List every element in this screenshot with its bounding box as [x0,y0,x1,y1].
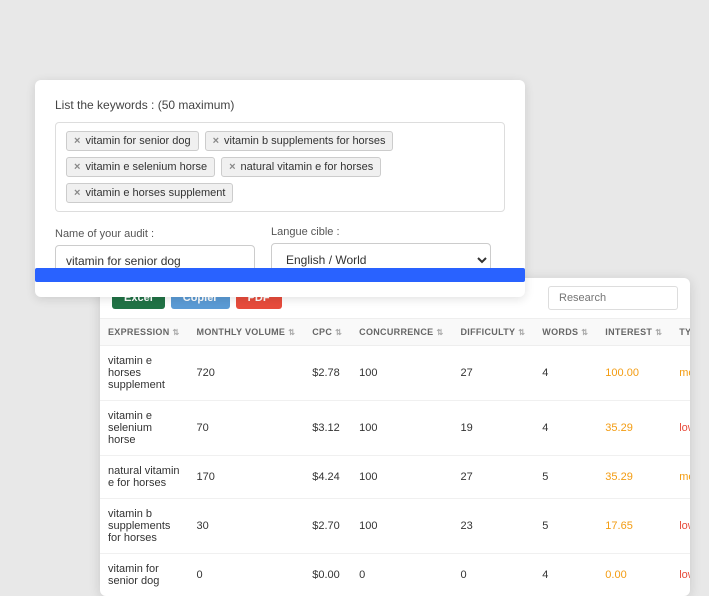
tag: ×vitamin for senior dog [66,131,199,151]
table-row: vitamin e horses supplement720$2.7810027… [100,346,690,401]
cell-monthly_volume: 70 [189,401,305,456]
cell-difficulty: 27 [452,456,534,499]
cell-words: 4 [534,346,597,401]
close-icon[interactable]: × [74,135,80,147]
table-header: EXPRESSION⇅MONTHLY VOLUME⇅CPC⇅CONCURRENC… [100,319,690,346]
col-header-expression[interactable]: EXPRESSION⇅ [100,319,189,346]
cell-difficulty: 19 [452,401,534,456]
close-icon[interactable]: × [213,135,219,147]
results-table: EXPRESSION⇅MONTHLY VOLUME⇅CPC⇅CONCURRENC… [100,319,690,596]
cell-concurrence: 100 [351,346,452,401]
cell-interest: 17.65 [597,499,671,554]
cell-difficulty: 0 [452,554,534,596]
keyword-card: List the keywords : (50 maximum) ×vitami… [35,80,525,297]
cell-concurrence: 100 [351,401,452,456]
cell-words: 4 [534,401,597,456]
sort-icon: ⇅ [173,328,181,336]
cell-monthly_volume: 170 [189,456,305,499]
cell-type_of_volume: low [671,499,690,554]
cell-concurrence: 100 [351,456,452,499]
cell-type_of_volume: medium [671,346,690,401]
col-header-words[interactable]: WORDS⇅ [534,319,597,346]
cell-expression: vitamin e selenium horse [100,401,189,456]
cell-interest: 35.29 [597,456,671,499]
cell-cpc: $0.00 [304,554,351,596]
cell-interest: 100.00 [597,346,671,401]
cell-expression: vitamin b supplements for horses [100,499,189,554]
cell-type_of_volume: low [671,554,690,596]
col-header-difficulty[interactable]: DIFFICULTY⇅ [452,319,534,346]
col-header-cpc[interactable]: CPC⇅ [304,319,351,346]
close-icon[interactable]: × [74,187,80,199]
sort-icon: ⇅ [288,328,296,336]
table-body: vitamin e horses supplement720$2.7810027… [100,346,690,596]
blue-bar [35,268,525,282]
close-icon[interactable]: × [229,161,235,173]
cell-words: 5 [534,456,597,499]
cell-interest: 0.00 [597,554,671,596]
table-row: vitamin for senior dog0$0.000040.00low [100,554,690,596]
audit-label: Name of your audit : [55,228,255,240]
cell-type_of_volume: medium [671,456,690,499]
sort-icon: ⇅ [335,328,343,336]
sort-icon: ⇅ [581,328,589,336]
cell-monthly_volume: 0 [189,554,305,596]
cell-monthly_volume: 30 [189,499,305,554]
tag: ×vitamin b supplements for horses [205,131,394,151]
cell-expression: vitamin e horses supplement [100,346,189,401]
table-row: natural vitamin e for horses170$4.241002… [100,456,690,499]
cell-cpc: $3.12 [304,401,351,456]
cell-expression: natural vitamin e for horses [100,456,189,499]
table-row: vitamin e selenium horse70$3.1210019435.… [100,401,690,456]
cell-words: 4 [534,554,597,596]
cell-type_of_volume: low [671,401,690,456]
tags-container: ×vitamin for senior dog ×vitamin b supple… [55,122,505,212]
tag: ×vitamin e horses supplement [66,183,233,203]
col-header-interest[interactable]: INTEREST⇅ [597,319,671,346]
cell-concurrence: 0 [351,554,452,596]
tag: ×natural vitamin e for horses [221,157,381,177]
results-card: Excel Copier PDF EXPRESSION⇅MONTHLY VOLU… [100,278,690,596]
cell-concurrence: 100 [351,499,452,554]
cell-monthly_volume: 720 [189,346,305,401]
sort-icon: ⇅ [518,328,526,336]
search-input[interactable] [548,286,678,310]
cell-interest: 35.29 [597,401,671,456]
cell-cpc: $4.24 [304,456,351,499]
sort-icon: ⇅ [655,328,663,336]
col-header-monthly_volume[interactable]: MONTHLY VOLUME⇅ [189,319,305,346]
col-header-concurrence[interactable]: CONCURRENCE⇅ [351,319,452,346]
cell-difficulty: 23 [452,499,534,554]
tag: ×vitamin e selenium horse [66,157,215,177]
cell-cpc: $2.78 [304,346,351,401]
cell-expression: vitamin for senior dog [100,554,189,596]
sort-icon: ⇅ [436,328,444,336]
cell-cpc: $2.70 [304,499,351,554]
cell-difficulty: 27 [452,346,534,401]
langue-label: Langue cible : [271,226,491,238]
section-label: List the keywords : (50 maximum) [55,98,505,112]
cell-words: 5 [534,499,597,554]
close-icon[interactable]: × [74,161,80,173]
table-row: vitamin b supplements for horses30$2.701… [100,499,690,554]
col-header-type_of_volume[interactable]: TYPE OF VOLUME⇅ [671,319,690,346]
